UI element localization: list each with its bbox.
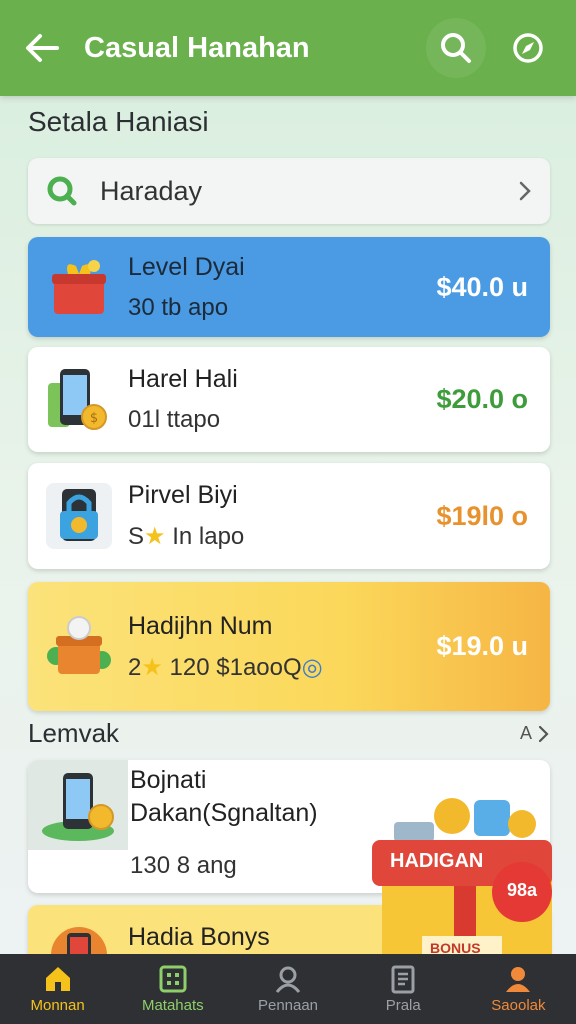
offer-subtitle: 01l ttapo <box>128 406 221 433</box>
section-header-label: Lemvak <box>28 718 120 748</box>
back-button[interactable] <box>18 24 66 72</box>
nav-item-tasks[interactable]: Matahats <box>115 954 230 1024</box>
document-icon <box>391 965 415 994</box>
offer-subtitle: 30 tb apo <box>128 293 229 321</box>
nav-item-home[interactable]: Monnan <box>0 954 115 1024</box>
phone-coin-image <box>28 760 128 850</box>
offer-name: Harel Hali <box>128 365 238 393</box>
nav-item-label: Saoolak <box>491 997 546 1014</box>
promo-banner-label: HADIGAN <box>390 850 484 872</box>
nav-item-label: Prala <box>385 997 421 1014</box>
offer-subtitle: 2★ 120 $1aooQ◎ <box>128 653 436 682</box>
offer-subtitle-suffix: In lapo <box>172 523 245 550</box>
search-row-label: Haraday <box>100 175 203 206</box>
search-button[interactable] <box>426 18 486 78</box>
offer-name: Hadijhn Num <box>128 611 273 640</box>
nav-item-profile[interactable]: Pennaan <box>230 954 345 1024</box>
offer-subtitle-prefix: 2 <box>128 653 142 681</box>
coin-icon: ◎ <box>301 653 323 681</box>
offer-name: Level Dyai <box>128 252 245 281</box>
offer-card[interactable]: $ Harel Hali 01l ttapo $20.0 o <box>28 347 550 452</box>
nav-item-account[interactable]: Saoolak <box>461 954 576 1024</box>
bottom-nav: Monnan Matahats Pennaan Prala Saoolak <box>0 954 576 1024</box>
compass-icon <box>513 33 543 63</box>
offer-price: $19.0 u <box>436 631 528 661</box>
home-icon <box>45 967 70 991</box>
promo-badge: 98a <box>506 880 538 900</box>
nav-item-label: Monnan <box>30 997 85 1014</box>
phone-coin-icon: $ <box>44 365 114 435</box>
offer-card[interactable]: Pirvel Biyi S★ In lapo $19l0 o <box>28 463 550 569</box>
nav-item-label: Pennaan <box>257 997 319 1014</box>
search-icon <box>441 33 471 63</box>
lock-icon <box>44 481 114 551</box>
nav-item-document[interactable]: Prala <box>346 954 461 1024</box>
treasure-box-icon <box>44 612 114 682</box>
arrow-left-icon <box>26 34 59 62</box>
compass-button[interactable] <box>498 18 558 78</box>
offer-price: $40.0 u <box>436 271 528 302</box>
offer-subtitle-prefix: S <box>128 523 145 550</box>
offer-price: $19l0 o <box>436 500 528 531</box>
star-icon: ★ <box>141 653 163 681</box>
chevron-right-icon <box>519 181 531 201</box>
offer-subtitle-suffix: 120 $1aooQ <box>169 653 302 681</box>
offer-card[interactable]: Level Dyai 30 tb apo $40.0 u <box>28 237 550 337</box>
grid-icon <box>159 965 187 993</box>
bonus-name: Bojnati <box>130 766 207 794</box>
search-row[interactable]: Haraday <box>28 158 550 224</box>
user-avatar-icon <box>506 967 531 992</box>
offer-card-featured[interactable]: Hadijhn Num 2★ 120 $1aooQ◎ $19.0 u <box>28 582 550 711</box>
star-icon: ★ <box>144 523 166 550</box>
person-icon <box>275 966 301 993</box>
offer-price: $20.0 o <box>436 384 528 414</box>
chevron-right-icon[interactable] <box>538 725 550 743</box>
offer-name: Pirvel Biyi <box>128 481 238 509</box>
gift-box-icon <box>44 252 114 322</box>
svg-text:$: $ <box>90 411 98 426</box>
section-header: Lemvak A <box>28 718 550 749</box>
promo-gift[interactable]: HADIGAN 98a BONUS <box>372 792 562 967</box>
see-more-label[interactable]: A <box>520 723 532 744</box>
section-title: Setala Haniasi <box>28 106 209 137</box>
search-icon <box>47 176 77 206</box>
top-app-bar: Casual Hanahan <box>0 0 576 96</box>
nav-item-label: Matahats <box>141 997 204 1014</box>
offer-subtitle: S★ In lapo <box>128 522 436 551</box>
page-title: Casual Hanahan <box>84 31 310 64</box>
